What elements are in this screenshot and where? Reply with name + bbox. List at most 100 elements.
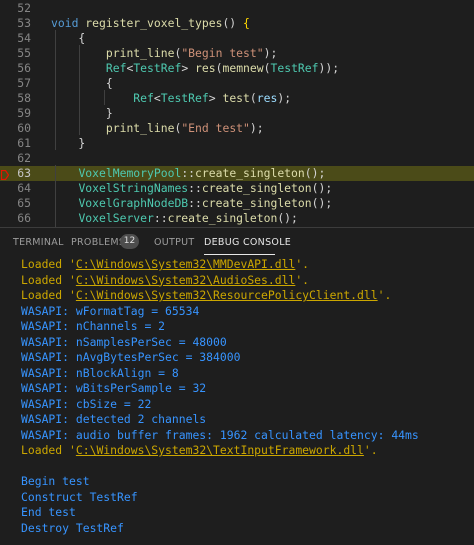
console-output-line: End test: [21, 505, 76, 519]
line-number[interactable]: 66: [0, 211, 31, 226]
code-editor[interactable]: 66 VoxelServer::create_singleton(); 65 Vo…: [0, 0, 474, 227]
line-number[interactable]: 55: [0, 46, 31, 61]
code-text: {: [51, 76, 113, 91]
tab-problems[interactable]: PROBLEMS: [71, 237, 125, 248]
console-output-line: WASAPI: wFormatTag = 65534: [21, 303, 200, 318]
code-token: );: [277, 91, 292, 105]
code-token: TestRef: [160, 91, 209, 105]
console-output-line: Destroy TestRef: [21, 520, 124, 535]
code-text: VoxelServer::create_singleton();: [51, 211, 298, 226]
code-text: VoxelGraphNodeDB::create_singleton();: [51, 196, 332, 211]
line-number[interactable]: 59: [0, 106, 31, 121]
code-line[interactable]: 52: [0, 1, 474, 16]
console-loaded-line: Loaded 'C:\Windows\System32\ResourcePoli…: [21, 288, 391, 303]
code-token: ::: [188, 196, 202, 210]
code-token: ();: [277, 211, 298, 225]
file-path-link[interactable]: C:\Windows\System32\ResourcePolicyClient…: [76, 288, 378, 302]
line-number[interactable]: 56: [0, 61, 31, 76]
code-token: test: [222, 91, 250, 105]
tab-terminal[interactable]: TERMINAL: [13, 237, 64, 248]
code-line[interactable]: 53 void register_voxel_types() {: [0, 16, 474, 31]
console-output-line: WASAPI: audio buffer frames: 1962 calcul…: [21, 427, 419, 442]
code-token: }: [51, 106, 113, 120]
tab-output[interactable]: OUTPUT: [154, 237, 195, 248]
line-number[interactable]: 52: [0, 1, 31, 16]
code-token: create_singleton: [201, 181, 312, 195]
console-text: '.: [295, 272, 310, 287]
code-text: }: [51, 136, 85, 151]
code-line[interactable]: 56 Ref<TestRef> res(memnew(TestRef));: [0, 61, 474, 76]
console-loaded-line: Loaded 'C:\Windows\System32\AudioSes.dll…: [21, 273, 309, 288]
code-token: register_voxel_types: [85, 16, 223, 30]
code-line[interactable]: 60 print_line("End test");: [0, 121, 474, 136]
code-token: ::: [181, 166, 196, 180]
breakpoint-arrow-icon[interactable]: [1, 170, 9, 180]
code-token: }: [51, 136, 86, 150]
indent-guide: [55, 30, 56, 150]
code-token: create_singleton: [195, 166, 305, 180]
line-number[interactable]: 54: [0, 31, 31, 46]
code-token: create_singleton: [201, 196, 312, 210]
code-line[interactable]: 54 {: [0, 31, 474, 46]
code-line[interactable]: 55 print_line("Begin test");: [0, 46, 474, 61]
code-text: print_line("End test");: [51, 121, 264, 136]
console-text: '.: [363, 443, 378, 457]
code-line[interactable]: 61 }: [0, 136, 474, 151]
code-line[interactable]: 57 {: [0, 76, 474, 91]
indent-guide: [104, 90, 105, 105]
console-output-line: WASAPI: detected 2 channels: [21, 412, 207, 426]
indent-guide: [79, 45, 80, 135]
console-loaded-line: Loaded 'C:\Windows\System32\MMDevAPI.dll…: [21, 257, 309, 272]
console-output-line: WASAPI: nSamplesPerSec = 48000: [21, 334, 227, 349]
console-loaded-line: Loaded 'C:\Windows\System32\TextInputFra…: [21, 443, 378, 458]
console-output-line: WASAPI: wBitsPerSample = 32: [21, 381, 207, 395]
code-line[interactable]: 59 }: [0, 106, 474, 121]
line-number[interactable]: 53: [0, 16, 31, 31]
console-output-line: WASAPI: nBlockAlign = 8: [21, 365, 179, 380]
line-number[interactable]: 62: [0, 151, 31, 166]
line-number[interactable]: 57: [0, 76, 31, 91]
debug-console-output[interactable]: Loaded 'C:\Windows\System32\MMDevAPI.dll…: [0, 257, 474, 545]
console-output-line: Begin test: [21, 474, 90, 488]
code-token: VoxelServer: [78, 211, 154, 225]
code-token: res: [195, 61, 216, 75]
file-path-link[interactable]: C:\Windows\System32\MMDevAPI.dll: [76, 257, 295, 271]
code-token: "End test": [181, 121, 250, 135]
code-token: void: [51, 16, 79, 30]
line-number[interactable]: 58: [0, 91, 31, 106]
tab-debug-console[interactable]: DEBUG CONSOLE: [204, 237, 291, 248]
code-token: "Begin test": [181, 46, 264, 60]
code-text: Ref<TestRef> res(memnew(TestRef));: [51, 61, 339, 76]
code-line[interactable]: 66 VoxelServer::create_singleton();: [0, 211, 474, 226]
console-text: Loaded ': [21, 257, 76, 271]
console-text: Loaded ': [21, 288, 76, 302]
code-token: ));: [318, 61, 340, 75]
problems-count-badge: 12: [120, 234, 139, 249]
line-number[interactable]: 64: [0, 181, 31, 196]
code-token: (: [249, 91, 257, 105]
line-number[interactable]: 60: [0, 121, 31, 136]
console-output-line: Construct TestRef: [21, 489, 138, 504]
line-number[interactable]: 65: [0, 196, 31, 211]
line-number[interactable]: 61: [0, 136, 31, 151]
code-line[interactable]: 65 VoxelGraphNodeDB::create_singleton();: [0, 196, 474, 211]
code-line[interactable]: 62: [0, 151, 474, 166]
code-token: ();: [311, 181, 333, 195]
console-text: Loaded ': [21, 443, 76, 457]
file-path-link[interactable]: C:\Windows\System32\TextInputFramework.d…: [76, 443, 364, 457]
code-token: VoxelGraphNodeDB: [78, 196, 189, 210]
console-output-line: WASAPI: nChannels = 2: [21, 319, 166, 333]
code-token: create_singleton: [167, 211, 278, 225]
code-token: VoxelMemoryPool: [78, 166, 182, 180]
console-text: Loaded ': [21, 272, 76, 287]
code-text: print_line("Begin test");: [51, 46, 277, 61]
code-line-current[interactable]: 63 VoxelMemoryPool::create_singleton();: [0, 166, 474, 181]
code-text: VoxelStringNames::create_singleton();: [51, 181, 332, 196]
code-token: ();: [311, 196, 333, 210]
file-path-link[interactable]: C:\Windows\System32\AudioSes.dll: [76, 273, 295, 287]
code-line[interactable]: 64 VoxelStringNames::create_singleton();: [0, 181, 474, 196]
active-tab-indicator: [204, 254, 275, 255]
code-token: ::: [188, 181, 202, 195]
code-line[interactable]: 58 Ref<TestRef> test(res);: [0, 91, 474, 106]
code-token: Ref: [105, 61, 127, 75]
